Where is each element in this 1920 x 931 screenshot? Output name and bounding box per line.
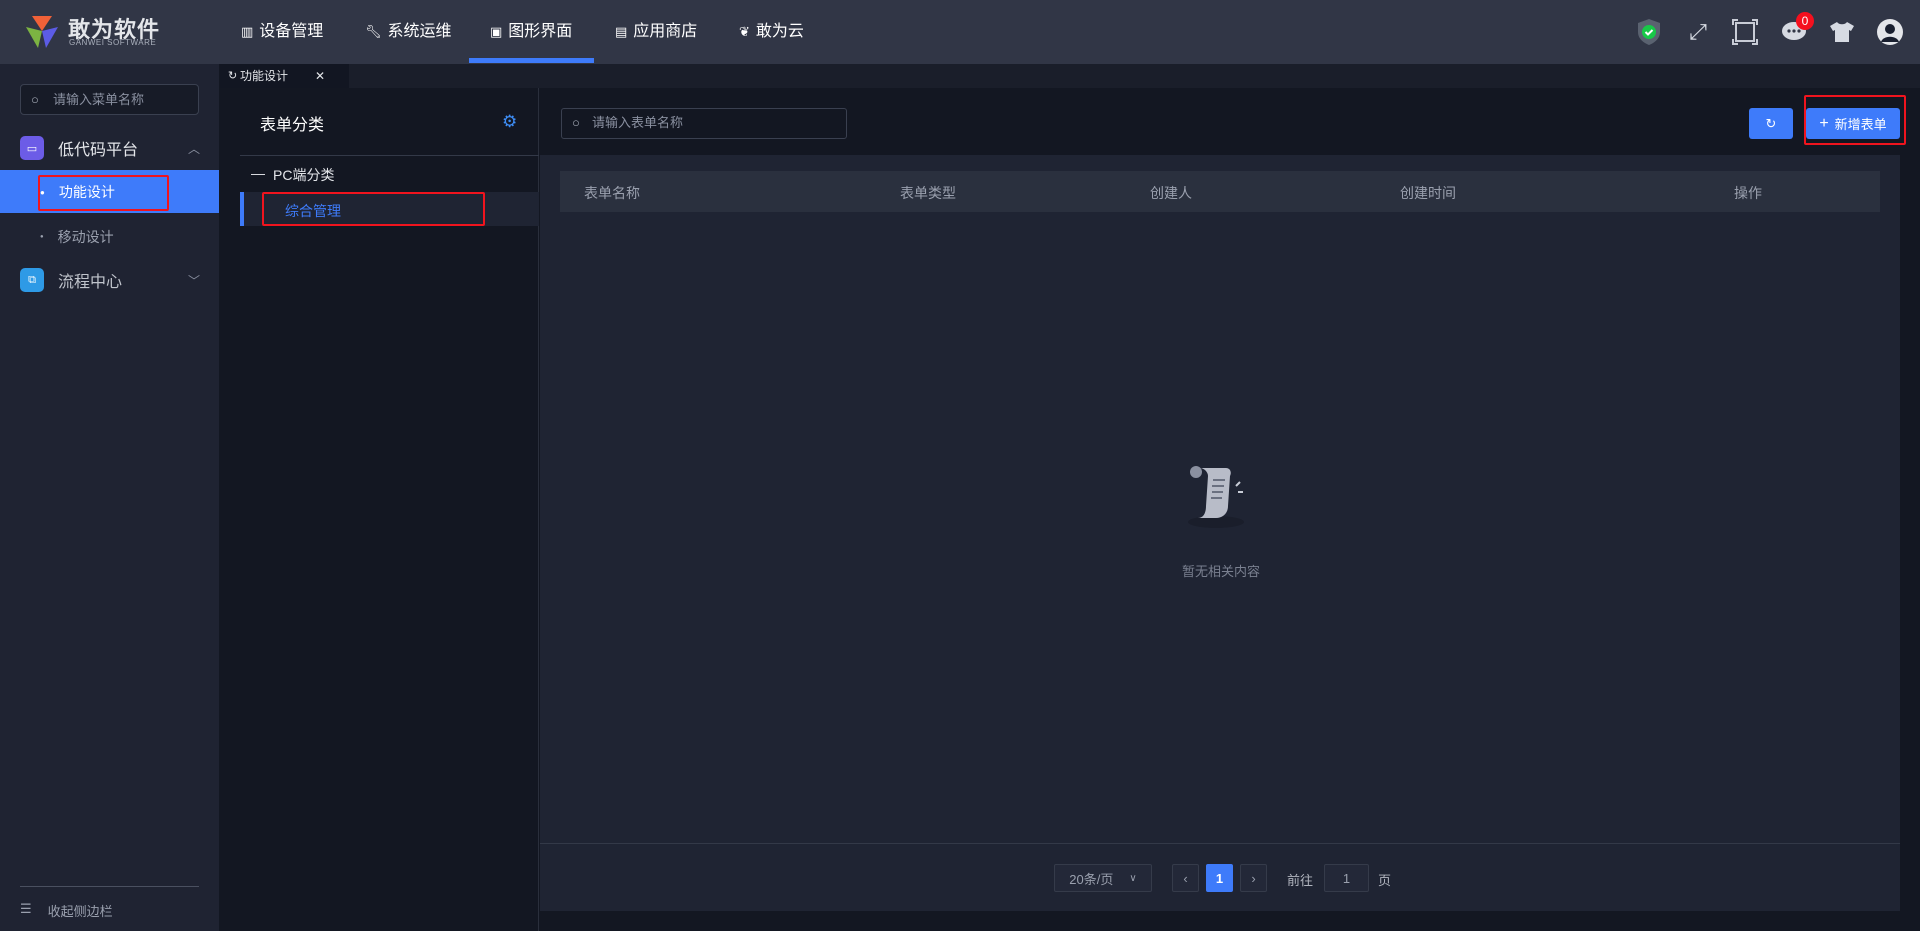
tree-node-label: PC端分类 — [273, 167, 335, 183]
column-header-created-time: 创建时间 — [1400, 185, 1456, 201]
menu-search-input[interactable]: ○ 请输入菜单名称 — [20, 84, 199, 115]
highlight-box — [262, 192, 485, 226]
refresh-icon[interactable]: ↻ — [228, 64, 237, 88]
collapse-sidebar-button[interactable]: ☰ 收起侧边栏 — [20, 901, 113, 920]
nav-label: 敢为云 — [755, 23, 804, 40]
page-size-value: 20条/页 — [1069, 871, 1114, 887]
nav-app-store[interactable]: ▤ 应用商店 — [615, 0, 697, 64]
cloud-icon: ❦ — [739, 24, 750, 39]
empty-scroll-icon — [1188, 466, 1244, 528]
logo-icon — [26, 16, 58, 48]
top-header: 敢为软件 GANWEI SOFTWARE ▥ 设备管理 🔧︎ 系统运维 ▣ 图形界面 … — [0, 0, 1920, 64]
process-center-icon: ⧉ — [20, 268, 44, 292]
collapse-label: 收起侧边栏 — [47, 904, 113, 919]
nav-graphic-ui[interactable]: ▣ 图形界面 — [490, 0, 572, 64]
collapse-icon: ☰ — [20, 901, 32, 916]
sidebar-group-lowcode[interactable]: ▭ 低代码平台 ︿ — [20, 136, 200, 160]
highlight-box — [38, 175, 169, 211]
screenshot-frame-icon[interactable] — [1730, 17, 1760, 47]
gear-icon[interactable]: ⚙ — [502, 112, 517, 132]
highlight-box — [1804, 95, 1906, 145]
chevron-right-icon: › — [1251, 870, 1256, 886]
tab-bar — [220, 64, 1920, 88]
column-header-form-name: 表单名称 — [584, 185, 640, 201]
tab-function-design[interactable]: ↻ 功能设计 ✕ — [220, 64, 349, 88]
prev-page-button[interactable]: ‹ — [1172, 864, 1199, 892]
group-label: 低代码平台 — [58, 142, 139, 159]
sidebar-item-mobile-design[interactable]: ● 移动设计 — [40, 227, 114, 247]
user-avatar[interactable] — [1875, 17, 1905, 47]
chevron-left-icon: ‹ — [1183, 870, 1188, 886]
search-placeholder: 请输入表单名称 — [592, 115, 684, 130]
device-icon: ▥ — [241, 24, 254, 39]
chevron-down-icon: ∨ — [1129, 872, 1137, 884]
group-label: 流程中心 — [58, 274, 123, 291]
page-suffix-label: 页 — [1378, 873, 1392, 888]
nav-system-ops[interactable]: 🔧︎ 系统运维 — [365, 0, 452, 64]
table-header — [560, 171, 1880, 212]
nav-device-management[interactable]: ▥ 设备管理 — [241, 0, 323, 64]
wrench-icon: 🔧︎ — [365, 24, 382, 39]
menu-search-placeholder: 请输入菜单名称 — [53, 92, 145, 107]
brand-subtitle: GANWEI SOFTWARE — [69, 38, 157, 47]
column-header-actions: 操作 — [1734, 185, 1762, 201]
store-icon: ▤ — [615, 24, 628, 39]
item-label: 移动设计 — [57, 229, 114, 245]
fullscreen-icon[interactable]: ⤢ — [1683, 17, 1713, 47]
goto-page-input[interactable]: 1 — [1324, 864, 1369, 892]
form-search-input[interactable]: ○ 请输入表单名称 — [561, 108, 847, 139]
tab-label: 功能设计 — [240, 69, 289, 83]
nav-label: 系统运维 — [387, 23, 452, 40]
category-divider — [240, 155, 539, 156]
sidebar-group-process[interactable]: ⧉ 流程中心 ﹀ — [20, 268, 200, 292]
nav-label: 设备管理 — [259, 23, 324, 40]
tree-node-pc[interactable]: — PC端分类 — [251, 165, 334, 185]
security-shield-icon[interactable] — [1634, 17, 1664, 47]
theme-shirt-icon[interactable] — [1827, 17, 1857, 47]
search-icon: ○ — [572, 115, 580, 130]
nav-label: 应用商店 — [633, 23, 698, 40]
chevron-down-icon: ﹀ — [187, 273, 200, 288]
collapse-minus-icon: — — [251, 165, 265, 181]
page-size-select[interactable]: 20条/页 ∨ — [1054, 864, 1152, 892]
message-count-badge: 0 — [1796, 12, 1814, 30]
refresh-icon: ↻ — [1765, 115, 1777, 131]
column-header-form-type: 表单类型 — [900, 185, 956, 201]
bullet-icon: ● — [40, 234, 44, 240]
goto-label: 前往 — [1287, 873, 1314, 888]
page-button-current[interactable]: 1 — [1206, 864, 1233, 892]
close-icon[interactable]: ✕ — [315, 64, 325, 88]
next-page-button[interactable]: › — [1240, 864, 1267, 892]
monitor-icon: ▣ — [490, 24, 503, 39]
lowcode-platform-icon: ▭ — [20, 136, 44, 160]
nav-active-indicator — [469, 58, 594, 63]
category-title: 表单分类 — [260, 117, 325, 134]
column-header-creator: 创建人 — [1150, 185, 1192, 201]
chevron-up-icon: ︿ — [187, 141, 200, 156]
empty-state-text: 暂无相关内容 — [1182, 564, 1261, 579]
nav-ganwei-cloud[interactable]: ❦ 敢为云 — [739, 0, 804, 64]
search-icon: ○ — [31, 92, 39, 107]
pagination-divider — [540, 843, 1900, 844]
refresh-button[interactable]: ↻ — [1749, 108, 1793, 139]
nav-label: 图形界面 — [508, 23, 573, 40]
sidebar-divider — [20, 886, 199, 887]
